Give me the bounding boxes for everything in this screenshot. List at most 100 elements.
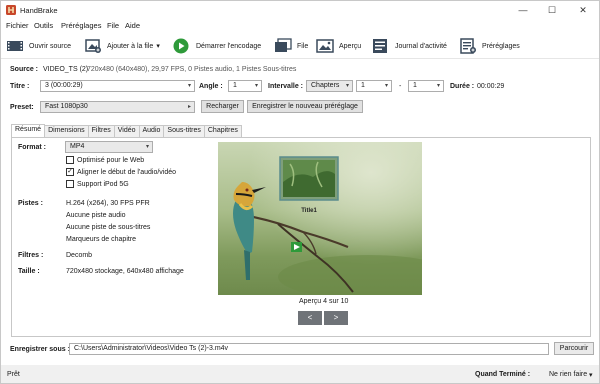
title-select[interactable]: 3 (00:00:29) ▾: [40, 80, 195, 92]
tab-dimensions[interactable]: Dimensions: [44, 125, 89, 137]
thumbnail-title: Title1: [301, 208, 317, 214]
menu-prereglages[interactable]: Préréglages: [61, 21, 101, 30]
presets-button[interactable]: Préréglages: [459, 37, 520, 55]
menu-bar: Fichier Outils Préréglages File Aide: [1, 19, 599, 33]
queue-label: File: [297, 42, 309, 50]
save-path-value: C:\Users\Administrator\Videos\Video Ts (…: [74, 345, 229, 352]
range-separator: -: [399, 83, 402, 90]
bird-photo: Title1: [218, 142, 422, 295]
preview-prev-button[interactable]: <: [298, 311, 322, 325]
tracks-label: Pistes :: [18, 200, 43, 207]
toolbar: Ouvrir source Ajouter à la file ▾ Démarr…: [1, 33, 599, 59]
tab-sous-titres[interactable]: Sous-titres: [163, 125, 205, 137]
open-source-button[interactable]: Ouvrir source: [6, 37, 71, 55]
ipod-checkbox[interactable]: Support iPod 5G: [66, 180, 129, 188]
maximize-button[interactable]: ☐: [538, 1, 566, 19]
angle-select-value: 1: [233, 82, 237, 89]
add-to-queue-label: Ajouter à la file: [107, 42, 154, 50]
ipod-label: Support iPod 5G: [77, 180, 129, 188]
duration-label: Durée :: [450, 83, 475, 90]
size-label: Taille :: [18, 268, 40, 275]
align-av-checkbox[interactable]: ✓ Aligner le début de l'audio/vidéo: [66, 168, 176, 176]
range-end-select[interactable]: 1 ▾: [408, 80, 444, 92]
save-new-preset-button[interactable]: Enregistrer le nouveau préréglage: [247, 100, 363, 113]
tab-chapitres[interactable]: Chapitres: [203, 125, 242, 137]
chevron-down-icon: ▾: [345, 83, 349, 89]
angle-select[interactable]: 1 ▾: [228, 80, 262, 92]
range-start-select[interactable]: 1 ▾: [356, 80, 392, 92]
menu-fichier[interactable]: Fichier: [6, 21, 29, 30]
activity-log-icon: [373, 39, 387, 53]
chevron-down-icon: ▾: [187, 83, 191, 89]
checkbox-box: [66, 180, 74, 188]
save-path-field[interactable]: C:\Users\Administrator\Videos\Video Ts (…: [69, 343, 549, 355]
queue-button[interactable]: File: [274, 37, 308, 55]
preview-next-button[interactable]: >: [324, 311, 348, 325]
menu-file[interactable]: File: [107, 21, 119, 30]
range-start-value: 1: [361, 82, 365, 89]
when-done-select[interactable]: Ne rien faire: [549, 371, 587, 378]
status-text: Prêt: [7, 371, 20, 378]
open-source-label: Ouvrir source: [29, 42, 72, 50]
preview-button[interactable]: Aperçu: [316, 37, 361, 55]
tab-audio[interactable]: Audio: [138, 125, 165, 137]
presets-label: Préréglages: [482, 42, 520, 50]
checkbox-box: [66, 156, 74, 164]
app-window: HandBrake — ☐ ✕ Fichier Outils Préréglag…: [0, 0, 600, 384]
tab-resume[interactable]: Résumé: [11, 124, 46, 137]
size-value: 720x480 stockage, 640x480 affichage: [66, 268, 184, 275]
start-encode-button[interactable]: Démarrer l'encodage: [173, 37, 261, 55]
track-subtitles: Aucune piste de sous-titres: [66, 224, 151, 231]
preview-caption: Aperçu 4 sur 10: [299, 298, 349, 305]
tab-bar: Résumé Dimensions Filtres Vidéo Audio So…: [11, 124, 242, 137]
align-av-label: Aligner le début de l'audio/vidéo: [77, 168, 177, 176]
source-info: 720x480 (640x480), 29,97 FPS, 0 Pistes a…: [87, 66, 297, 73]
browse-button[interactable]: Parcourir: [554, 342, 594, 355]
filters-label: Filtres :: [18, 252, 44, 259]
duration-value: 00:00:29: [477, 83, 505, 90]
save-as-label: Enregistrer sous :: [10, 346, 70, 353]
format-label: Format :: [18, 144, 46, 151]
menu-aide[interactable]: Aide: [125, 21, 140, 30]
range-end-value: 1: [413, 82, 417, 89]
window-title: HandBrake: [20, 6, 58, 15]
preset-select[interactable]: Fast 1080p30 ▸: [40, 101, 195, 113]
play-icon: [173, 38, 189, 54]
format-value: MP4: [70, 143, 85, 150]
preview-icon: [316, 39, 334, 53]
title-bar: HandBrake — ☐ ✕: [1, 1, 599, 19]
range-type-value: Chapters: [311, 82, 340, 89]
preview-image: Title1: [218, 142, 422, 295]
status-bar: Prêt Quand Terminé : Ne rien faire ▾: [1, 365, 599, 383]
menu-outils[interactable]: Outils: [34, 21, 53, 30]
close-button[interactable]: ✕: [569, 1, 597, 19]
chevron-down-icon: ▾: [384, 83, 388, 89]
open-source-icon: [7, 41, 23, 51]
preset-value: Fast 1080p30: [45, 103, 88, 110]
add-to-queue-dropdown[interactable]: ▾: [156, 42, 160, 50]
add-to-queue-button[interactable]: Ajouter à la file ▾: [84, 37, 160, 55]
chevron-down-icon[interactable]: ▾: [589, 371, 593, 379]
add-to-queue-icon: [85, 39, 101, 53]
queue-icon: [275, 38, 292, 52]
reload-button[interactable]: Recharger: [201, 100, 244, 113]
tab-filtres[interactable]: Filtres: [87, 125, 115, 137]
tab-video[interactable]: Vidéo: [113, 125, 140, 137]
preview-label: Aperçu: [339, 42, 362, 50]
angle-label: Angle :: [199, 83, 223, 90]
filters-value: Decomb: [66, 252, 93, 259]
activity-log-button[interactable]: Journal d'activité: [372, 37, 447, 55]
chevron-down-icon: ▾: [436, 83, 440, 89]
start-encode-label: Démarrer l'encodage: [196, 42, 262, 50]
web-optimized-checkbox[interactable]: Optimisé pour le Web: [66, 156, 144, 164]
range-label: Intervalle :: [268, 83, 304, 90]
minimize-button[interactable]: —: [509, 1, 537, 19]
when-done-label: Quand Terminé :: [475, 371, 531, 378]
web-optimized-label: Optimisé pour le Web: [77, 156, 145, 164]
track-audio: Aucune piste audio: [66, 212, 126, 219]
preset-label: Preset:: [10, 104, 34, 111]
format-select[interactable]: MP4 ▾: [65, 141, 153, 153]
track-video: H.264 (x264), 30 FPS PFR: [66, 200, 150, 207]
range-type-select[interactable]: Chapters ▾: [306, 80, 353, 92]
source-name: VIDEO_TS (2): [43, 66, 89, 73]
